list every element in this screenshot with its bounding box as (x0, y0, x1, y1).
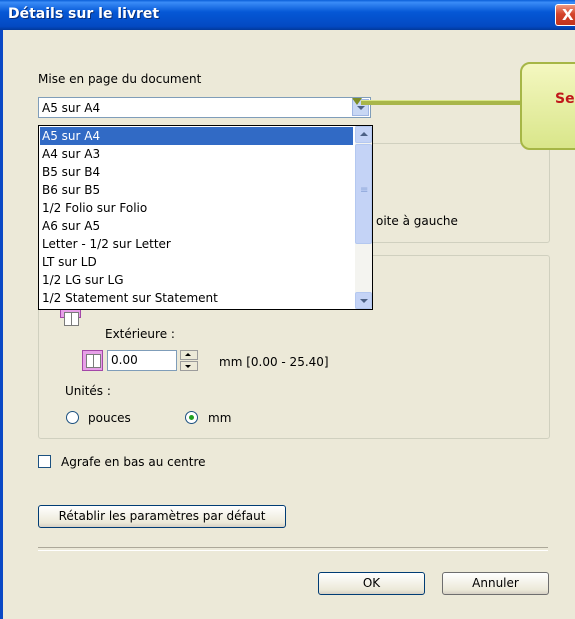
outer-margin-range: mm [0.00 - 25.40] (219, 355, 329, 369)
separator (38, 547, 548, 551)
window-frame (0, 30, 3, 619)
layout-selected-value: A5 sur A4 (42, 101, 101, 115)
outer-margin-stepper[interactable] (180, 350, 198, 371)
outer-margin-input[interactable]: 0.00 (107, 350, 177, 371)
binding-option-label: oite à gauche (376, 214, 458, 228)
scroll-thumb[interactable] (355, 144, 372, 244)
layout-option[interactable]: 1/2 Folio sur Folio (40, 199, 353, 217)
layout-option[interactable]: A4 sur A3 (40, 145, 353, 163)
layout-combobox[interactable]: A5 sur A4 (38, 97, 371, 118)
units-inches-label[interactable]: pouces (88, 411, 131, 425)
units-inches-radio[interactable] (66, 411, 79, 424)
dialog-title: Détails sur le livret (8, 6, 160, 22)
scroll-up-arrow-icon[interactable] (355, 126, 372, 143)
staple-label[interactable]: Agrafe en bas au centre (61, 455, 206, 469)
layout-dropdown-list[interactable]: A5 sur A4 A4 sur A3 B5 sur B4 B6 sur B5 … (38, 125, 373, 310)
layout-option[interactable]: LT sur LD (40, 253, 353, 271)
callout-connector (361, 100, 523, 105)
outer-margin-label: Extérieure : (105, 327, 175, 341)
callout-text: Se (555, 91, 575, 107)
stepper-down-arrow-icon[interactable] (180, 361, 198, 371)
layout-option[interactable]: Letter - 1/2 sur Letter (40, 235, 353, 253)
cancel-button[interactable]: Annuler (442, 572, 549, 595)
layout-option[interactable]: 1/2 Statement sur Statement (40, 289, 353, 307)
units-label: Unités : (65, 384, 111, 398)
layout-option[interactable]: A5 sur A4 (40, 127, 353, 145)
scroll-down-arrow-icon[interactable] (355, 292, 372, 309)
dropdown-scrollbar[interactable] (355, 126, 372, 309)
layout-option[interactable]: B5 sur B4 (40, 163, 353, 181)
reset-defaults-button[interactable]: Rétablir les paramètres par défaut (38, 505, 286, 528)
units-mm-label[interactable]: mm (208, 411, 231, 425)
ok-button[interactable]: OK (318, 572, 425, 595)
staple-checkbox[interactable] (38, 455, 51, 468)
close-button[interactable]: X (555, 4, 575, 26)
layout-option[interactable]: 1/2 LG sur LG (40, 271, 353, 289)
title-bar[interactable]: Détails sur le livret X (0, 0, 575, 30)
booklet-details-dialog: Détails sur le livret X Mise en page du … (0, 0, 575, 619)
callout-pointer-icon (352, 98, 362, 105)
outer-margin-book-icon (82, 350, 103, 371)
units-mm-radio[interactable] (185, 411, 198, 424)
layout-option[interactable]: A6 sur A5 (40, 217, 353, 235)
stepper-up-arrow-icon[interactable] (180, 350, 198, 360)
layout-label: Mise en page du document (38, 72, 202, 86)
layout-option[interactable]: B6 sur B5 (40, 181, 353, 199)
